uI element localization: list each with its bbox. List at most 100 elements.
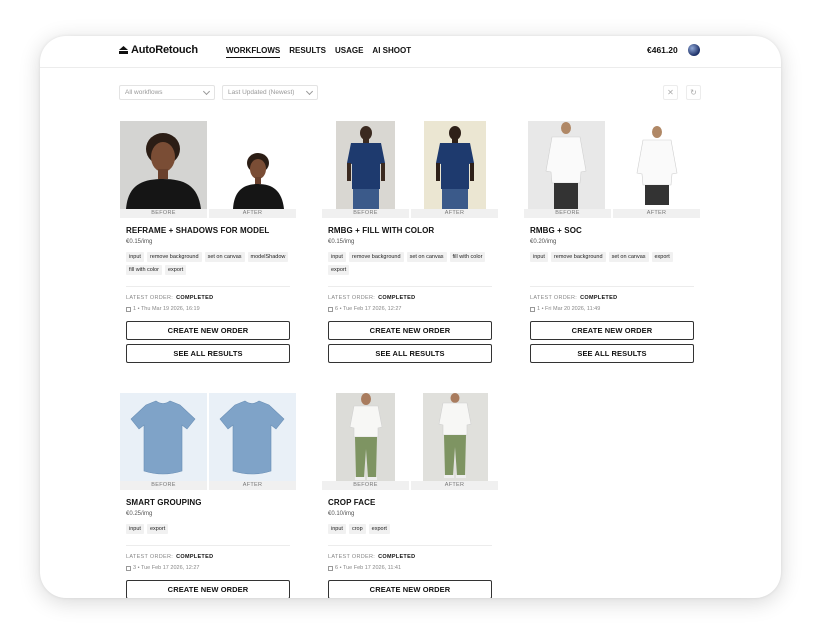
after-image xyxy=(209,393,296,481)
user-avatar[interactable] xyxy=(688,44,700,56)
step-tag: export xyxy=(651,252,673,262)
see-all-results-button[interactable]: SEE ALL RESULTS xyxy=(328,344,492,363)
workflow-card: BEFORE AFTER CROP FACE €0.10/img input c… xyxy=(322,393,498,598)
latest-order-status: LATEST ORDER: COMPLETED xyxy=(328,295,415,301)
step-tag: export xyxy=(328,265,350,275)
order-meta-text: 6 • Tue Feb 17 2026, 11:41 xyxy=(335,565,402,571)
calendar-icon xyxy=(328,565,333,571)
latest-order-status: LATEST ORDER: COMPLETED xyxy=(126,554,213,560)
sort-value: Last Updated (Newest) xyxy=(228,89,295,96)
calendar-icon xyxy=(530,306,535,312)
workflow-price: €0.15/img xyxy=(126,239,153,245)
after-label: AFTER xyxy=(613,209,700,218)
before-label: BEFORE xyxy=(120,481,207,490)
order-meta-text: 3 • Tue Feb 17 2026, 12:27 xyxy=(133,565,200,571)
after-label: AFTER xyxy=(411,481,498,490)
step-tag: set on canvas xyxy=(608,252,649,262)
order-meta-text: 6 • Tue Feb 17 2026, 12:27 xyxy=(335,306,402,312)
status-value: COMPLETED xyxy=(176,295,214,301)
step-tag: export xyxy=(368,524,390,534)
divider xyxy=(126,286,290,287)
autoretouch-logo-icon xyxy=(119,46,128,54)
calendar-icon xyxy=(126,306,131,312)
step-tag: fill with color xyxy=(449,252,486,262)
workflow-title[interactable]: REFRAME + SHADOWS FOR MODEL xyxy=(126,226,269,235)
nav-ai-shoot[interactable]: AI SHOOT xyxy=(372,46,411,58)
workflow-price: €0.25/img xyxy=(126,511,153,517)
step-tag: set on canvas xyxy=(406,252,447,262)
before-image xyxy=(120,121,207,209)
workflow-steps: input remove background set on canvas fi… xyxy=(328,252,496,275)
brand-logo[interactable]: AutoRetouch xyxy=(119,44,198,56)
see-all-results-button[interactable]: SEE ALL RESULTS xyxy=(530,344,694,363)
workflow-price: €0.10/img xyxy=(328,511,355,517)
before-image xyxy=(322,121,409,209)
workflow-price: €0.15/img xyxy=(328,239,355,245)
order-meta-text: 1 • Fri Mar 20 2026, 11:49 xyxy=(537,306,601,312)
latest-order-status: LATEST ORDER: COMPLETED xyxy=(328,554,415,560)
sort-select[interactable]: Last Updated (Newest) xyxy=(222,85,318,100)
step-tag: remove background xyxy=(146,252,202,262)
step-tag: export xyxy=(164,265,187,275)
nav-results[interactable]: RESULTS xyxy=(289,46,326,58)
workflow-price: €0.20/img xyxy=(530,239,557,245)
latest-order-status: LATEST ORDER: COMPLETED xyxy=(126,295,213,301)
close-icon: ✕ xyxy=(667,88,674,97)
calendar-icon xyxy=(126,565,131,571)
workflow-title[interactable]: CROP FACE xyxy=(328,498,375,507)
workflow-steps: input export xyxy=(126,524,294,534)
workflow-filter-select[interactable]: All workflows xyxy=(119,85,215,100)
step-tag: fill with color xyxy=(126,265,162,275)
divider xyxy=(126,545,290,546)
latest-order-label: LATEST ORDER: xyxy=(328,295,376,301)
workflow-steps: input crop export xyxy=(328,524,496,534)
workflow-card: BEFORE AFTER SMART GROUPING €0.25/img in… xyxy=(120,393,296,598)
workflow-card: BEFORE AFTER REFRAME + SHADOWS FOR MODEL… xyxy=(120,121,296,363)
chevron-down-icon xyxy=(202,87,211,95)
before-after-preview[interactable]: BEFORE AFTER xyxy=(120,121,296,218)
nav-usage[interactable]: USAGE xyxy=(335,46,363,58)
workflow-filter-value: All workflows xyxy=(125,89,163,96)
create-new-order-button[interactable]: CREATE NEW ORDER xyxy=(328,580,492,598)
create-new-order-button[interactable]: CREATE NEW ORDER xyxy=(328,321,492,340)
before-after-preview[interactable]: BEFORE AFTER xyxy=(524,121,700,218)
before-after-preview[interactable]: BEFORE AFTER xyxy=(322,121,498,218)
step-tag: input xyxy=(530,252,548,262)
after-image xyxy=(411,121,498,209)
calendar-icon xyxy=(328,306,333,312)
latest-order-meta: 3 • Tue Feb 17 2026, 12:27 xyxy=(126,565,199,571)
workflow-title[interactable]: RMBG + FILL WITH COLOR xyxy=(328,226,434,235)
refresh-button[interactable]: ↻ xyxy=(686,85,701,100)
create-new-order-button[interactable]: CREATE NEW ORDER xyxy=(530,321,694,340)
step-tag: input xyxy=(328,252,346,262)
latest-order-meta: 6 • Tue Feb 17 2026, 12:27 xyxy=(328,306,401,312)
workflow-steps: input remove background set on canvas ex… xyxy=(530,252,698,262)
before-label: BEFORE xyxy=(322,209,409,218)
nav-workflows[interactable]: WORKFLOWS xyxy=(226,46,281,58)
workflow-title[interactable]: RMBG + SOC xyxy=(530,226,582,235)
after-label: AFTER xyxy=(411,209,498,218)
divider xyxy=(328,286,492,287)
see-all-results-button[interactable]: SEE ALL RESULTS xyxy=(126,344,290,363)
step-tag: export xyxy=(146,524,169,534)
latest-order-meta: 1 • Fri Mar 20 2026, 11:49 xyxy=(530,306,600,312)
latest-order-label: LATEST ORDER: xyxy=(328,554,376,560)
step-tag: input xyxy=(328,524,346,534)
step-tag: input xyxy=(126,252,144,262)
after-label: AFTER xyxy=(209,481,296,490)
step-tag: remove background xyxy=(550,252,606,262)
account-balance[interactable]: €461.20 xyxy=(647,45,678,55)
before-after-preview[interactable]: BEFORE AFTER xyxy=(120,393,296,490)
workflow-title[interactable]: SMART GROUPING xyxy=(126,498,202,507)
before-image xyxy=(524,121,611,209)
step-tag: modelShadow xyxy=(247,252,289,262)
clear-filters-button[interactable]: ✕ xyxy=(663,85,678,100)
before-after-preview[interactable]: BEFORE AFTER xyxy=(322,393,498,490)
create-new-order-button[interactable]: CREATE NEW ORDER xyxy=(126,321,290,340)
status-value: COMPLETED xyxy=(378,554,416,560)
step-tag: input xyxy=(126,524,144,534)
latest-order-label: LATEST ORDER: xyxy=(126,554,174,560)
create-new-order-button[interactable]: CREATE NEW ORDER xyxy=(126,580,290,598)
workflow-steps: input remove background set on canvas mo… xyxy=(126,252,294,275)
latest-order-label: LATEST ORDER: xyxy=(530,295,578,301)
